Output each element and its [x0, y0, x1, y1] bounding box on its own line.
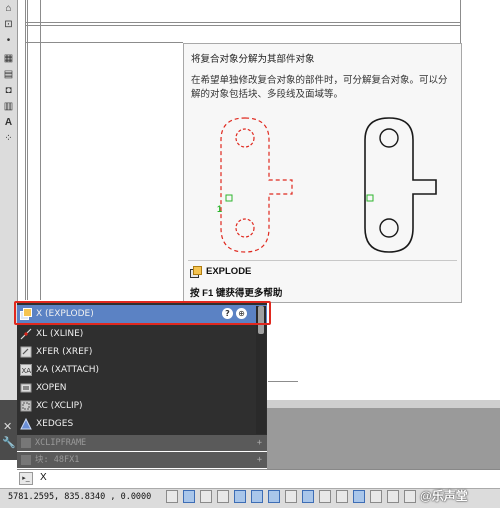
- expand-icon[interactable]: +: [257, 452, 262, 468]
- tooltip-help-hint: 按 F1 键获得更多帮助: [190, 288, 283, 299]
- history-line: XCLIPFRAME +: [17, 435, 267, 451]
- table-icon[interactable]: ▥: [2, 100, 15, 113]
- solid-hole-top: [379, 128, 399, 148]
- tooltip-title: 将复合对象分解为其部件对象: [191, 54, 315, 65]
- watermark: @乐声堂: [420, 489, 468, 503]
- history-line: 块: 48FX1 +: [17, 452, 267, 468]
- infer-constraints-button[interactable]: [166, 490, 178, 503]
- dashed-hole-top: [235, 128, 255, 148]
- solid-hole-bottom: [379, 218, 399, 238]
- drawing-line: [25, 22, 460, 23]
- autocomplete-label: XFER (XREF): [36, 347, 93, 357]
- drawing-line: [268, 381, 298, 382]
- selection-highlight-box: [14, 301, 271, 325]
- region-icon[interactable]: ◘: [2, 84, 15, 97]
- autocomplete-item-xattach[interactable]: XA XA (XATTACH): [17, 361, 267, 379]
- wrench-icon[interactable]: 🔧: [2, 436, 16, 449]
- model-space-edge: [267, 400, 500, 408]
- model-space-background: [267, 400, 500, 470]
- command-prompt-icon[interactable]: ▸_: [19, 472, 33, 485]
- autocomplete-item-xclip[interactable]: XC (XCLIP): [17, 397, 267, 415]
- drawing-line: [25, 25, 460, 26]
- tooltip-divider: [188, 260, 457, 261]
- tooltip-description: 在希望单独修改复合对象的部件时，可分解复合对象。可以分解的对象包括块、多段线及面…: [191, 75, 448, 100]
- selection-cycling-button[interactable]: [387, 490, 399, 503]
- explode-icon: [190, 266, 202, 278]
- hatch-icon[interactable]: ▦: [2, 52, 15, 65]
- annotation-monitor-button[interactable]: [404, 490, 416, 503]
- text-icon[interactable]: A: [2, 116, 15, 129]
- xclip-icon: [20, 400, 32, 412]
- svg-text:XA: XA: [22, 367, 32, 375]
- command-line[interactable]: [17, 469, 500, 488]
- autocomplete-label: XL (XLINE): [36, 329, 84, 339]
- xline-icon: [20, 328, 32, 340]
- solid-part-outline: [364, 117, 437, 253]
- insert-block-icon[interactable]: ⊡: [2, 18, 15, 31]
- dashed-hole-bottom: [235, 218, 255, 238]
- object-snap-tracking-button[interactable]: [285, 490, 297, 503]
- autocomplete-label: XC (XCLIP): [36, 401, 83, 411]
- history-icon: [21, 455, 31, 465]
- expand-icon[interactable]: +: [257, 435, 262, 451]
- xopen-icon: [20, 383, 32, 393]
- point-icon[interactable]: •: [2, 34, 15, 47]
- grip-point: [225, 194, 233, 202]
- command-input-text[interactable]: X: [40, 472, 47, 483]
- autocomplete-item-xedges[interactable]: XEDGES: [17, 415, 267, 433]
- dynamic-ucs-button[interactable]: [302, 490, 314, 503]
- xref-icon: [20, 346, 32, 358]
- coordinates-readout[interactable]: 5781.2595, 835.8340 , 0.0000: [8, 492, 151, 502]
- autocomplete-item-xline[interactable]: XL (XLINE): [17, 325, 267, 343]
- xedges-icon: [20, 418, 32, 430]
- left-toolbar: ⌂ ⊡ • ▦ ▤ ◘ ▥ A ⁘: [0, 0, 18, 400]
- drawing-line: [25, 0, 26, 300]
- polyline-icon[interactable]: ⌂: [2, 2, 15, 15]
- drawing-line: [40, 0, 41, 300]
- xattach-icon: XA: [20, 364, 32, 376]
- add-selected-icon[interactable]: ⁘: [2, 132, 15, 145]
- dashed-part-outline: [220, 117, 293, 253]
- autocomplete-label: XOPEN: [36, 383, 67, 393]
- close-icon[interactable]: ✕: [3, 420, 12, 433]
- history-icon: [21, 438, 31, 448]
- lineweight-button[interactable]: [336, 490, 348, 503]
- object-snap-button[interactable]: [251, 490, 263, 503]
- dynamic-input-button[interactable]: [319, 490, 331, 503]
- drawing-line: [25, 42, 183, 43]
- autocomplete-item-xref[interactable]: XFER (XREF): [17, 343, 267, 361]
- history-text: XCLIPFRAME: [35, 438, 87, 448]
- explode-illustration: 1: [217, 117, 437, 253]
- history-text: 块: 48FX1: [35, 455, 80, 465]
- quick-properties-button[interactable]: [370, 490, 382, 503]
- transparency-button[interactable]: [353, 490, 365, 503]
- grid-display-button[interactable]: [200, 490, 212, 503]
- snap-mode-button[interactable]: [183, 490, 195, 503]
- gradient-icon[interactable]: ▤: [2, 68, 15, 81]
- polar-tracking-button[interactable]: [234, 490, 246, 503]
- 3d-object-snap-button[interactable]: [268, 490, 280, 503]
- ortho-mode-button[interactable]: [217, 490, 229, 503]
- autocomplete-label: XA (XATTACH): [36, 365, 100, 375]
- autocomplete-label: XEDGES: [36, 419, 74, 429]
- annotation-number: 1: [217, 204, 222, 214]
- tooltip-command-name: EXPLODE: [206, 266, 252, 277]
- command-tooltip: 将复合对象分解为其部件对象 在希望单独修改复合对象的部件时，可分解复合对象。可以…: [183, 43, 462, 303]
- drawing-line: [27, 0, 28, 300]
- autocomplete-item-xopen[interactable]: XOPEN: [17, 379, 267, 397]
- grip-point: [366, 194, 374, 202]
